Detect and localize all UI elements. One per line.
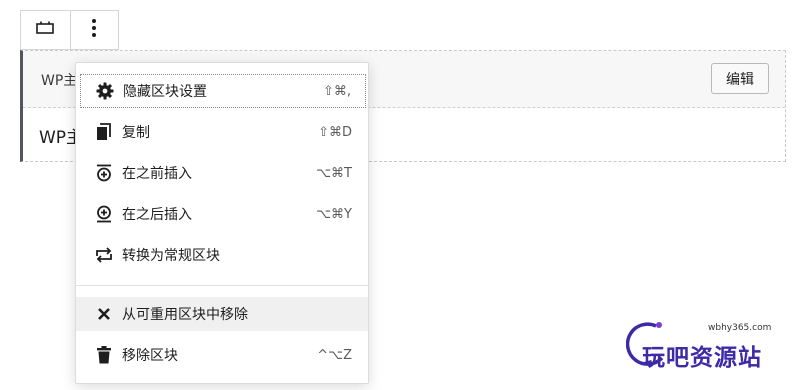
menu-item-label: 移除区块 [122, 348, 178, 364]
menu-item-shortcut: ⇧⌘D [318, 124, 352, 140]
trash-icon [94, 345, 114, 365]
menu-item-label: 在之前插入 [122, 166, 192, 182]
menu-item-duplicate[interactable]: 复制 ⇧⌘D [80, 115, 366, 149]
watermark-logo: wbhy365.com 玩吧资源站 [626, 320, 776, 371]
menu-item-label: 转换为常规区块 [122, 248, 220, 264]
menu-item-shortcut: ^⌥Z [317, 347, 352, 363]
edit-button[interactable]: 编辑 [711, 63, 769, 94]
menu-item-remove-from-reusable[interactable]: 从可重用区块中移除 [76, 297, 368, 331]
menu-item-convert-to-regular[interactable]: 转换为常规区块 [80, 238, 366, 272]
menu-divider [76, 285, 368, 286]
more-options-button[interactable] [69, 11, 119, 49]
menu-item-insert-after[interactable]: 在之后插入 ⌥⌘Y [80, 197, 366, 231]
watermark-url: wbhy365.com [708, 323, 772, 333]
block-type-button[interactable] [21, 11, 70, 49]
copy-icon [94, 122, 114, 142]
menu-item-label: 隐藏区块设置 [123, 84, 207, 100]
insert-before-icon [94, 163, 114, 183]
menu-item-shortcut: ⌥⌘Y [316, 206, 352, 222]
block-toolbar [20, 10, 119, 50]
editor-canvas: WP主 编辑 WP主 隐藏区块设置 ⇧⌘, 复制 ⇧⌘D 在之前插入 ⌥⌘T 在… [0, 0, 800, 390]
more-vertical-icon [91, 18, 97, 42]
menu-item-label: 从可重用区块中移除 [122, 307, 248, 323]
convert-icon [94, 245, 114, 265]
menu-item-label: 在之后插入 [122, 207, 192, 223]
insert-after-icon [94, 204, 114, 224]
block-options-menu: 隐藏区块设置 ⇧⌘, 复制 ⇧⌘D 在之前插入 ⌥⌘T 在之后插入 ⌥⌘Y 转换… [75, 62, 369, 384]
menu-item-hide-settings[interactable]: 隐藏区块设置 ⇧⌘, [80, 74, 366, 108]
menu-item-shortcut: ⌥⌘T [316, 165, 352, 181]
reusable-block-title: WP主 [41, 73, 78, 89]
menu-item-insert-before[interactable]: 在之前插入 ⌥⌘T [80, 156, 366, 190]
reusable-block-icon [35, 20, 55, 40]
close-icon [94, 304, 114, 324]
menu-item-label: 复制 [122, 125, 150, 141]
gear-icon [95, 81, 115, 101]
menu-item-remove-block[interactable]: 移除区块 ^⌥Z [80, 338, 366, 372]
watermark-text: 玩吧资源站 [642, 345, 762, 371]
menu-item-shortcut: ⇧⌘, [322, 83, 351, 99]
